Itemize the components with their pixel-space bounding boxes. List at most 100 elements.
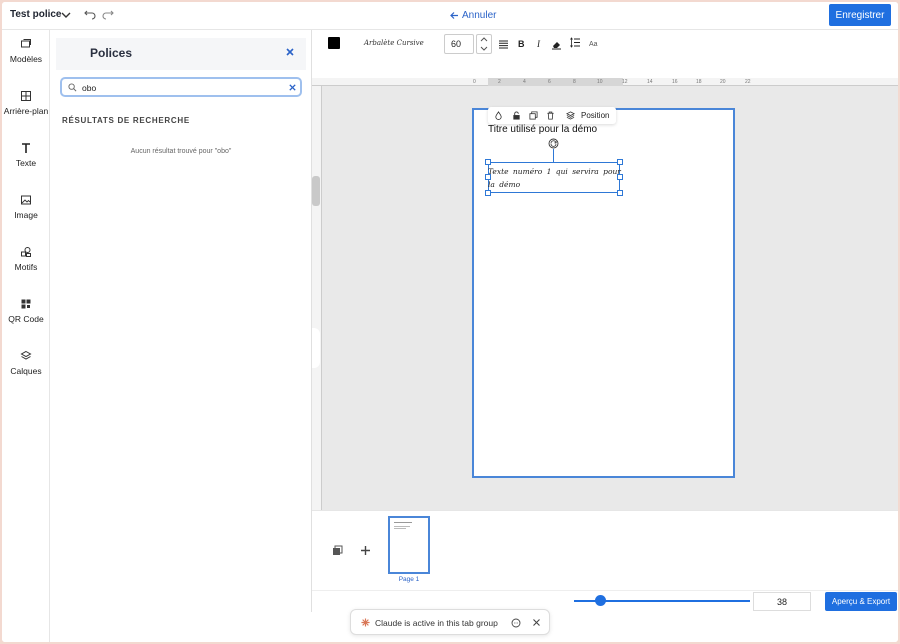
close-icon[interactable] — [284, 46, 296, 58]
nav-label: Texte — [15, 158, 37, 168]
nav-label: QR Code — [8, 314, 44, 324]
document-title[interactable]: Test police — [10, 9, 62, 20]
ruler-tick: 6 — [548, 79, 551, 85]
ruler-tick: 12 — [622, 79, 628, 85]
claude-status-text: Claude is active in this tab group — [375, 618, 498, 628]
page-label: Page 1 — [398, 576, 420, 583]
page-strip: Page 1 — [312, 510, 898, 590]
text-case-button[interactable]: Aa — [589, 41, 598, 48]
canvas-workspace[interactable]: 0 2 4 6 8 10 12 14 16 18 20 22 Position … — [312, 78, 898, 510]
nav-item-templates[interactable]: Modèles — [2, 38, 50, 78]
text-color-swatch[interactable] — [328, 37, 340, 49]
ruler-tick: 16 — [672, 79, 678, 85]
panel-header: Polices — [56, 38, 306, 70]
ruler-vertical — [312, 86, 322, 510]
line-spacing-icon — [570, 37, 580, 48]
nav-label: Arrière-plan — [3, 106, 49, 116]
rotate-connector — [553, 149, 554, 162]
ruler-tick: 2 — [498, 79, 501, 85]
nav-item-background[interactable]: Arrière-plan — [2, 90, 50, 130]
clear-search-icon[interactable] — [288, 83, 297, 92]
ruler-tick: 0 — [473, 79, 476, 85]
nav-item-layers[interactable]: Calques — [2, 350, 50, 390]
app-window: Test police Annuler Enregistrer Modèles … — [2, 2, 898, 642]
rotate-icon[interactable] — [548, 138, 559, 149]
opacity-icon[interactable] — [494, 111, 503, 120]
qr-code-icon — [21, 299, 31, 309]
ruler-tick: 10 — [597, 79, 603, 85]
zoom-slider-knob[interactable] — [594, 595, 606, 606]
vertical-scrollbar[interactable] — [312, 176, 320, 206]
eraser-icon — [552, 42, 561, 50]
align-button[interactable] — [498, 39, 509, 52]
save-button[interactable]: Enregistrer — [829, 4, 891, 26]
chevron-up-icon[interactable] — [477, 35, 491, 44]
font-size-stepper[interactable] — [476, 34, 492, 54]
align-justify-icon — [499, 40, 508, 49]
panel-collapse-handle[interactable] — [312, 328, 320, 368]
thumb-line — [394, 528, 406, 529]
add-page-icon[interactable] — [360, 545, 371, 556]
italic-button[interactable]: I — [537, 39, 540, 49]
results-heading: RÉSULTATS DE RECHERCHE — [62, 116, 190, 125]
nav-label: Modèles — [9, 54, 43, 64]
ruler-tick: 14 — [647, 79, 653, 85]
cancel-link[interactable]: Annuler — [450, 10, 496, 21]
line-spacing-button[interactable] — [570, 37, 581, 50]
layers-icon — [20, 350, 32, 360]
left-nav: Modèles Arrière-plan Texte Image Motifs … — [2, 30, 50, 642]
arrow-left-icon — [450, 12, 458, 19]
unlock-icon[interactable] — [512, 111, 521, 120]
preview-export-button[interactable]: Aperçu & Export — [825, 592, 897, 611]
canvas-script-text[interactable]: Texte numéro 1 qui servira pour la démo — [488, 165, 622, 191]
chat-icon[interactable] — [511, 618, 521, 628]
panel-title: Polices — [90, 46, 133, 60]
page-thumbnail[interactable] — [388, 516, 430, 574]
shapes-icon — [21, 247, 31, 257]
text-toolbar: Arbalète Cursive 60 B I Aa — [312, 30, 898, 60]
thumb-line — [394, 526, 410, 527]
position-button[interactable]: Position — [581, 111, 609, 120]
top-bar: Test police Annuler Enregistrer — [2, 2, 898, 30]
trash-icon[interactable] — [546, 111, 555, 120]
chevron-down-icon[interactable] — [60, 8, 72, 22]
nav-label: Motifs — [14, 262, 38, 272]
duplicate-page-icon[interactable] — [332, 545, 343, 556]
element-toolbar: Position — [488, 107, 616, 124]
ruler-tick: 8 — [573, 79, 576, 85]
ruler-tick: 18 — [696, 79, 702, 85]
nav-label: Calques — [10, 366, 42, 376]
thumb-line — [394, 522, 412, 523]
font-search-box — [60, 77, 302, 97]
background-icon — [21, 91, 31, 101]
font-size-input[interactable]: 60 — [444, 34, 474, 54]
chevron-down-icon[interactable] — [477, 44, 491, 53]
redo-icon[interactable] — [102, 9, 114, 21]
bold-button[interactable]: B — [518, 39, 525, 49]
image-icon — [21, 195, 31, 205]
nav-label: Image — [14, 210, 38, 220]
duplicate-icon[interactable] — [529, 111, 538, 120]
nav-item-text[interactable]: Texte — [2, 142, 50, 182]
cancel-label: Annuler — [462, 10, 497, 21]
undo-icon[interactable] — [84, 9, 96, 21]
canvas-title-text[interactable]: Titre utilisé pour la démo — [488, 124, 597, 135]
claude-logo-icon — [361, 618, 370, 627]
nav-item-shapes[interactable]: Motifs — [2, 246, 50, 286]
font-family-selector[interactable]: Arbalète Cursive — [364, 39, 424, 47]
zoom-input[interactable]: 38 — [753, 592, 811, 611]
ruler-tick: 22 — [745, 79, 751, 85]
claude-status-bar: Claude is active in this tab group — [350, 609, 550, 635]
templates-icon — [21, 39, 31, 48]
layers-icon[interactable] — [566, 111, 575, 120]
font-search-input[interactable] — [82, 80, 282, 95]
no-results-message: Aucun résultat trouvé pour "obo" — [130, 148, 232, 155]
ruler-tick: 4 — [523, 79, 526, 85]
fonts-panel: Polices RÉSULTATS DE RECHERCHE Aucun rés… — [50, 30, 312, 612]
close-icon[interactable] — [532, 618, 541, 627]
nav-item-qr-code[interactable]: QR Code — [2, 298, 50, 338]
ruler-tick: 20 — [720, 79, 726, 85]
nav-item-image[interactable]: Image — [2, 194, 50, 234]
text-icon — [22, 143, 30, 153]
clear-format-button[interactable] — [551, 39, 562, 52]
